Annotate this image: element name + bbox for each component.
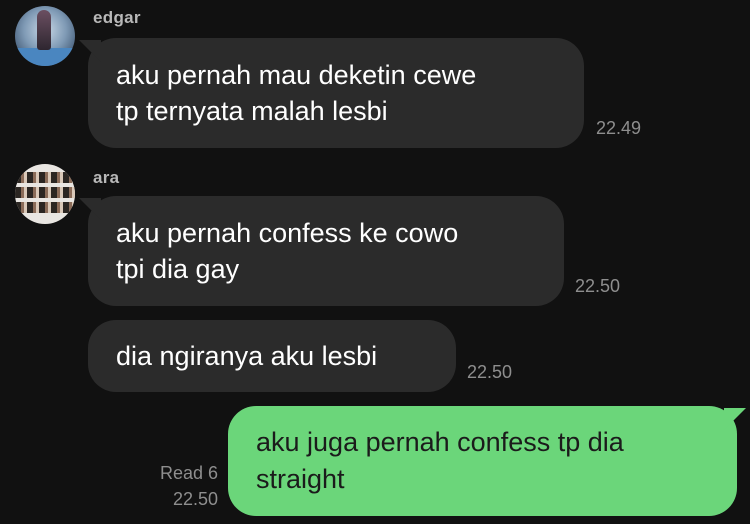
- ara-avatar[interactable]: [15, 164, 75, 224]
- message-bubble-outgoing[interactable]: aku juga pernah confess tp dia straight: [228, 406, 737, 516]
- message-line: aku pernah mau deketin cewe: [116, 60, 477, 90]
- sender-name-edgar: edgar: [93, 8, 141, 27]
- read-status: Read 6: [159, 463, 218, 483]
- message-line: tp ternyata malah lesbi: [116, 96, 388, 126]
- message-line: aku juga pernah confess tp dia: [256, 427, 624, 457]
- edgar-avatar[interactable]: [15, 6, 75, 66]
- message-line: aku pernah confess ke cowo: [116, 218, 459, 248]
- avatar-photo-strip: [15, 172, 75, 183]
- message-line: tpi dia gay: [116, 254, 240, 284]
- message-timestamp: 22.50: [575, 276, 621, 296]
- avatar-photo-strip: [15, 187, 75, 198]
- avatar-photo-strip: [15, 202, 75, 213]
- message-timestamp: 22.50: [172, 489, 218, 509]
- message-bubble-ara[interactable]: aku pernah confess ke cowo tpi dia gay: [88, 196, 564, 306]
- sender-name-ara: ara: [93, 168, 120, 187]
- avatar-photo-ground: [15, 48, 75, 66]
- message-line: dia ngiranya aku lesbi: [116, 341, 378, 371]
- message-bubble-edgar[interactable]: aku pernah mau deketin cewe tp ternyata …: [88, 38, 584, 148]
- message-timestamp: 22.49: [596, 118, 642, 138]
- read-receipt: Read 6 22.50: [120, 460, 218, 512]
- message-timestamp: 22.50: [467, 362, 513, 382]
- message-line: straight: [256, 464, 345, 494]
- chat-thread: edgar aku pernah mau deketin cewe tp ter…: [0, 0, 750, 524]
- message-bubble-ara[interactable]: dia ngiranya aku lesbi: [88, 320, 456, 392]
- avatar-photo-figure: [37, 10, 51, 50]
